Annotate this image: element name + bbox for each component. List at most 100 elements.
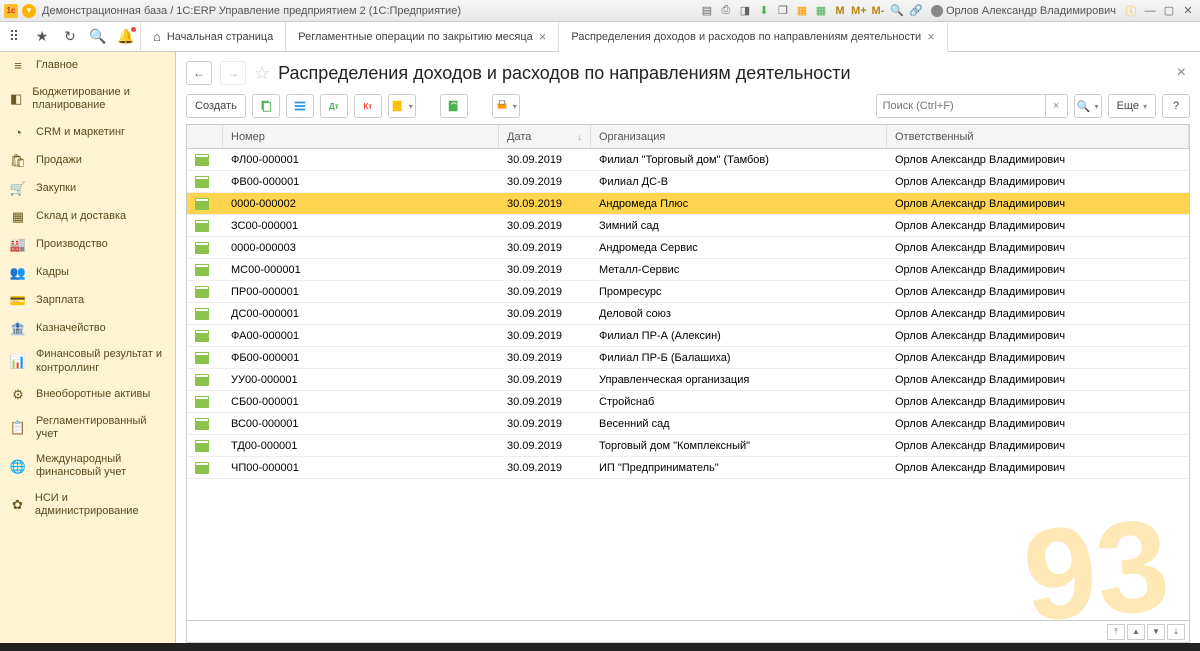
sidebar-item-4[interactable]: 🛒Закупки — [0, 174, 175, 202]
link-icon[interactable]: 🔗 — [908, 3, 924, 19]
sidebar-item-12[interactable]: 📋Регламентированный учет — [0, 409, 175, 447]
dt-button[interactable]: Дт — [320, 94, 348, 118]
more-button[interactable]: Еще — [1108, 94, 1156, 118]
col-organization[interactable]: Организация — [591, 125, 887, 148]
compare-icon[interactable]: ◨ — [737, 3, 753, 19]
cell-org: Стройснаб — [591, 396, 887, 408]
close-window-icon[interactable]: ✕ — [1180, 3, 1196, 19]
create-button[interactable]: Создать — [186, 94, 246, 118]
cell-number: ЧП00-000001 — [223, 462, 499, 474]
close-page-icon[interactable]: × — [1173, 60, 1190, 86]
kt-button[interactable]: Кт — [354, 94, 382, 118]
table-row[interactable]: 0000-00000230.09.2019Андромеда ПлюсОрлов… — [187, 193, 1189, 215]
col-date[interactable]: Дата↓ — [499, 125, 591, 148]
print-icon[interactable]: ⎙ — [718, 3, 734, 19]
favorite-star-icon[interactable]: ☆ — [254, 63, 270, 84]
print-dropdown[interactable] — [492, 94, 520, 118]
sidebar-item-9[interactable]: 🏦Казначейство — [0, 314, 175, 342]
minimize-icon[interactable]: — — [1142, 3, 1158, 19]
table-row[interactable]: ФВ00-00000130.09.2019Филиал ДС-ВОрлов Ал… — [187, 171, 1189, 193]
table-row[interactable]: ФБ00-00000130.09.2019Филиал ПР-Б (Балаши… — [187, 347, 1189, 369]
zoom-icon[interactable]: 🔍 — [889, 3, 905, 19]
cell-date: 30.09.2019 — [499, 198, 591, 210]
cell-org: Промресурс — [591, 286, 887, 298]
copy-icon[interactable]: ❐ — [775, 3, 791, 19]
table-row[interactable]: ДС00-00000130.09.2019Деловой союзОрлов А… — [187, 303, 1189, 325]
sidebar-item-6[interactable]: 🏭Производство — [0, 230, 175, 258]
calendar-icon[interactable]: ▦ — [813, 3, 829, 19]
sidebar-item-0[interactable]: ≡Главное — [0, 52, 175, 80]
sidebar-item-3[interactable]: 🛍Продажи — [0, 146, 175, 174]
copy-doc-button[interactable] — [252, 94, 280, 118]
history-dropdown-icon[interactable]: ▾ — [22, 4, 36, 18]
table-row[interactable]: ПР00-00000130.09.2019ПромресурсОрлов Але… — [187, 281, 1189, 303]
current-user[interactable]: Орлов Александр Владимирович — [931, 5, 1116, 17]
sidebar-label: Закупки — [36, 182, 76, 195]
sidebar-label: Кадры — [36, 266, 69, 279]
search-options-button[interactable]: 🔍 — [1074, 94, 1102, 118]
search-input[interactable] — [876, 94, 1046, 118]
m-minus-button[interactable]: M- — [870, 3, 886, 19]
tab-reglament[interactable]: Регламентные операции по закрытию месяца… — [286, 22, 559, 51]
scroll-down-icon[interactable]: ▼ — [1147, 624, 1165, 640]
nav-forward-button[interactable]: → — [220, 61, 246, 85]
print-preview-icon[interactable]: ▤ — [699, 3, 715, 19]
list-view-button[interactable] — [286, 94, 314, 118]
col-responsible[interactable]: Ответственный — [887, 125, 1189, 148]
sidebar-item-5[interactable]: ▦Склад и доставка — [0, 202, 175, 230]
scroll-up-icon[interactable]: ▲ — [1127, 624, 1145, 640]
doc-icon — [195, 330, 209, 342]
sidebar-item-1[interactable]: ◧Бюджетирование и планирование — [0, 80, 175, 118]
sidebar-icon: 💳 — [10, 292, 26, 308]
table-row[interactable]: МС00-00000130.09.2019Металл-СервисОрлов … — [187, 259, 1189, 281]
tab-home[interactable]: ⌂ Начальная страница — [141, 22, 286, 51]
sidebar-icon: ◧ — [10, 91, 22, 107]
sidebar-item-13[interactable]: 🌐Международный финансовый учет — [0, 447, 175, 485]
help-button[interactable]: ? — [1162, 94, 1190, 118]
table-row[interactable]: УУ00-00000130.09.2019Управленческая орга… — [187, 369, 1189, 391]
info-icon[interactable]: ⓘ — [1123, 3, 1139, 19]
doc-icon — [195, 242, 209, 254]
tab-home-label: Начальная страница — [167, 31, 273, 43]
cell-number: ФВ00-000001 — [223, 176, 499, 188]
scroll-bottom-icon[interactable]: ⤓ — [1167, 624, 1185, 640]
sidebar-item-2[interactable]: ◔CRM и маркетинг — [0, 118, 175, 146]
table-row[interactable]: СБ00-00000130.09.2019СтройснабОрлов Алек… — [187, 391, 1189, 413]
m-plus-button[interactable]: M+ — [851, 3, 867, 19]
sidebar-item-8[interactable]: 💳Зарплата — [0, 286, 175, 314]
sidebar-item-14[interactable]: ✿НСИ и администрирование — [0, 486, 175, 524]
table-row[interactable]: 0000-00000330.09.2019Андромеда СервисОрл… — [187, 237, 1189, 259]
search-icon[interactable]: 🔍 — [88, 27, 108, 47]
m-button[interactable]: M — [832, 3, 848, 19]
sidebar-item-7[interactable]: 👥Кадры — [0, 258, 175, 286]
cell-date: 30.09.2019 — [499, 352, 591, 364]
notifications-icon[interactable]: 🔔 — [116, 27, 136, 47]
search-clear-button[interactable]: × — [1046, 94, 1068, 118]
maximize-icon[interactable]: ▢ — [1161, 3, 1177, 19]
table-row[interactable]: ЧП00-00000130.09.2019ИП "Предприниматель… — [187, 457, 1189, 479]
sidebar-item-11[interactable]: ⚙Внеоборотные активы — [0, 381, 175, 409]
table-row[interactable]: ФА00-00000130.09.2019Филиал ПР-А (Алекси… — [187, 325, 1189, 347]
col-number[interactable]: Номер — [223, 125, 499, 148]
tab-distributions[interactable]: Распределения доходов и расходов по напр… — [559, 23, 947, 52]
save-icon[interactable]: ⬇ — [756, 3, 772, 19]
cell-resp: Орлов Александр Владимирович — [887, 242, 1189, 254]
table-row[interactable]: ВС00-00000130.09.2019Весенний садОрлов А… — [187, 413, 1189, 435]
calc-icon[interactable]: ▦ — [794, 3, 810, 19]
sidebar-icon: ▦ — [10, 208, 26, 224]
apps-icon[interactable]: ⠿ — [4, 27, 24, 47]
nav-back-button[interactable]: ← — [186, 61, 212, 85]
sidebar-item-10[interactable]: 📊Финансовый результат и контроллинг — [0, 342, 175, 380]
cell-date: 30.09.2019 — [499, 440, 591, 452]
table-row[interactable]: ФЛ00-00000130.09.2019Филиал "Торговый до… — [187, 149, 1189, 171]
close-icon[interactable]: × — [927, 29, 935, 44]
reports-dropdown[interactable] — [388, 94, 416, 118]
refresh-button[interactable] — [440, 94, 468, 118]
table-row[interactable]: ТД00-00000130.09.2019Торговый дом "Компл… — [187, 435, 1189, 457]
col-icon[interactable] — [187, 125, 223, 148]
history-icon[interactable]: ↻ — [60, 27, 80, 47]
close-icon[interactable]: × — [539, 29, 547, 44]
table-row[interactable]: ЗС00-00000130.09.2019Зимний садОрлов Але… — [187, 215, 1189, 237]
favorite-icon[interactable]: ★ — [32, 27, 52, 47]
scroll-top-icon[interactable]: ⤒ — [1107, 624, 1125, 640]
